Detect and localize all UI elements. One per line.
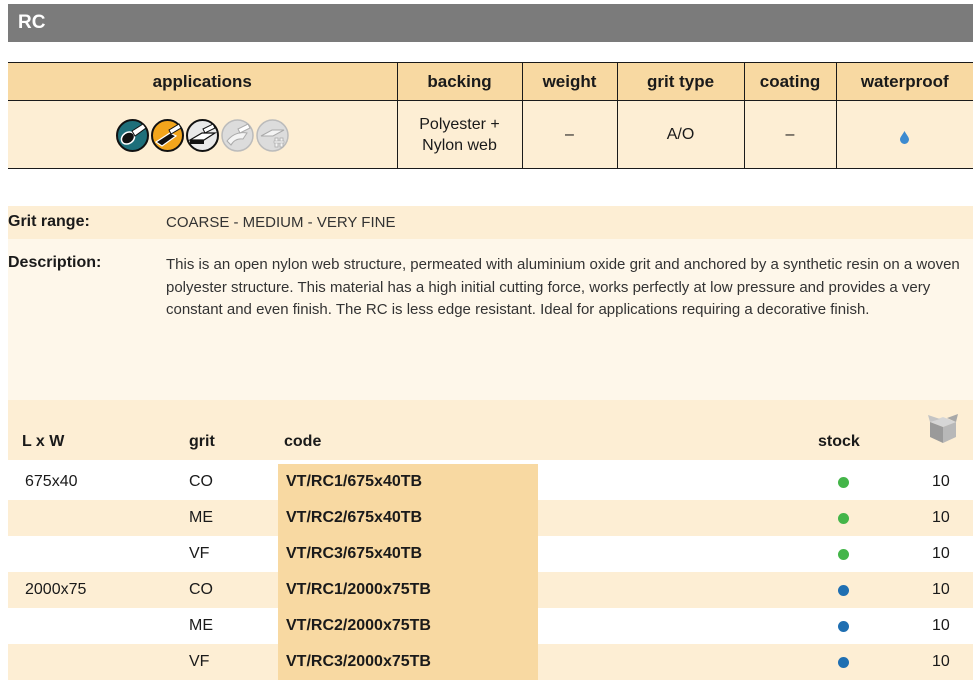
grit-type-header: grit type <box>617 62 745 101</box>
grit-cell: VF <box>189 653 210 670</box>
spec-header-row: applications backing weight grit type co… <box>8 62 973 101</box>
stock-status-dot <box>838 657 849 668</box>
description-row: Description: This is an open nylon web s… <box>8 239 973 400</box>
coating-cell: – <box>744 100 837 169</box>
stock-column-header: stock <box>818 433 860 450</box>
grit-column-header: grit <box>189 433 215 450</box>
flat-bar-icon <box>150 119 184 152</box>
water-drop-icon <box>900 131 910 145</box>
table-row: 675x40 CO VT/RC1/675x40TB 10 <box>8 464 973 500</box>
stock-status-dot <box>838 585 849 596</box>
grit-cell: CO <box>189 581 213 598</box>
stock-status-dot <box>838 549 849 560</box>
backing-header: backing <box>397 62 523 101</box>
table-row: 2000x75 CO VT/RC1/2000x75TB 10 <box>8 572 973 608</box>
size-column-header: L x W <box>22 433 65 450</box>
application-icons <box>8 117 397 152</box>
grit-cell: ME <box>189 509 213 526</box>
profile-icon <box>185 119 219 152</box>
title-bar: RC <box>8 4 973 42</box>
description-label: Description: <box>8 254 102 271</box>
weight-cell: – <box>522 100 618 169</box>
table-row: VF VT/RC3/675x40TB 10 <box>8 536 973 572</box>
quantity-cell: 10 <box>932 509 950 526</box>
code-column-header: code <box>284 433 322 450</box>
code-cell: VT/RC2/675x40TB <box>278 500 538 536</box>
size-cell: 675x40 <box>25 473 78 490</box>
quantity-cell: 10 <box>932 581 950 598</box>
backing-cell: Polyester + Nylon web <box>397 100 523 169</box>
code-cell: VT/RC2/2000x75TB <box>278 608 538 644</box>
structure-icon <box>256 119 289 152</box>
grit-range-row: Grit range: COARSE - MEDIUM - VERY FINE <box>8 206 973 239</box>
applications-header: applications <box>8 62 398 101</box>
quantity-cell: 10 <box>932 653 950 670</box>
curve-icon <box>221 119 254 152</box>
grit-range-value: COARSE - MEDIUM - VERY FINE <box>166 214 396 231</box>
box-icon <box>928 414 958 443</box>
backing-value-line1: Polyester + <box>419 115 500 133</box>
quantity-cell: 10 <box>932 545 950 562</box>
description-text: This is an open nylon web structure, per… <box>166 256 960 318</box>
quantity-cell: 10 <box>932 473 950 490</box>
grit-range-label: Grit range: <box>8 213 90 230</box>
grit-cell: ME <box>189 617 213 634</box>
stock-status-dot <box>838 513 849 524</box>
size-cell: 2000x75 <box>25 581 87 598</box>
quantity-cell: 10 <box>932 617 950 634</box>
stock-status-dot <box>838 621 849 632</box>
waterproof-header: waterproof <box>836 62 973 101</box>
code-cell: VT/RC3/2000x75TB <box>278 644 538 680</box>
table-row: VF VT/RC3/2000x75TB 10 <box>8 644 973 680</box>
backing-value-line2: Nylon web <box>422 136 497 154</box>
grit-cell: CO <box>189 473 213 490</box>
applications-cell <box>8 100 398 169</box>
product-table-header: L x W grit code stock <box>8 400 973 460</box>
coating-header: coating <box>744 62 837 101</box>
spec-table: applications backing weight grit type co… <box>8 62 973 169</box>
table-row: ME VT/RC2/2000x75TB 10 <box>8 608 973 644</box>
waterproof-cell <box>836 100 973 169</box>
code-cell: VT/RC1/675x40TB <box>278 464 538 500</box>
stock-status-dot <box>838 477 849 488</box>
table-row: ME VT/RC2/675x40TB 10 <box>8 500 973 536</box>
weight-header: weight <box>522 62 618 101</box>
page-title: RC <box>18 12 46 33</box>
code-cell: VT/RC1/2000x75TB <box>278 572 538 608</box>
tube-icon <box>115 119 149 152</box>
grit-cell: VF <box>189 545 210 562</box>
spec-value-row: Polyester + Nylon web – A/O – <box>8 100 973 169</box>
grit-type-cell: A/O <box>617 100 745 169</box>
code-cell: VT/RC3/675x40TB <box>278 536 538 572</box>
